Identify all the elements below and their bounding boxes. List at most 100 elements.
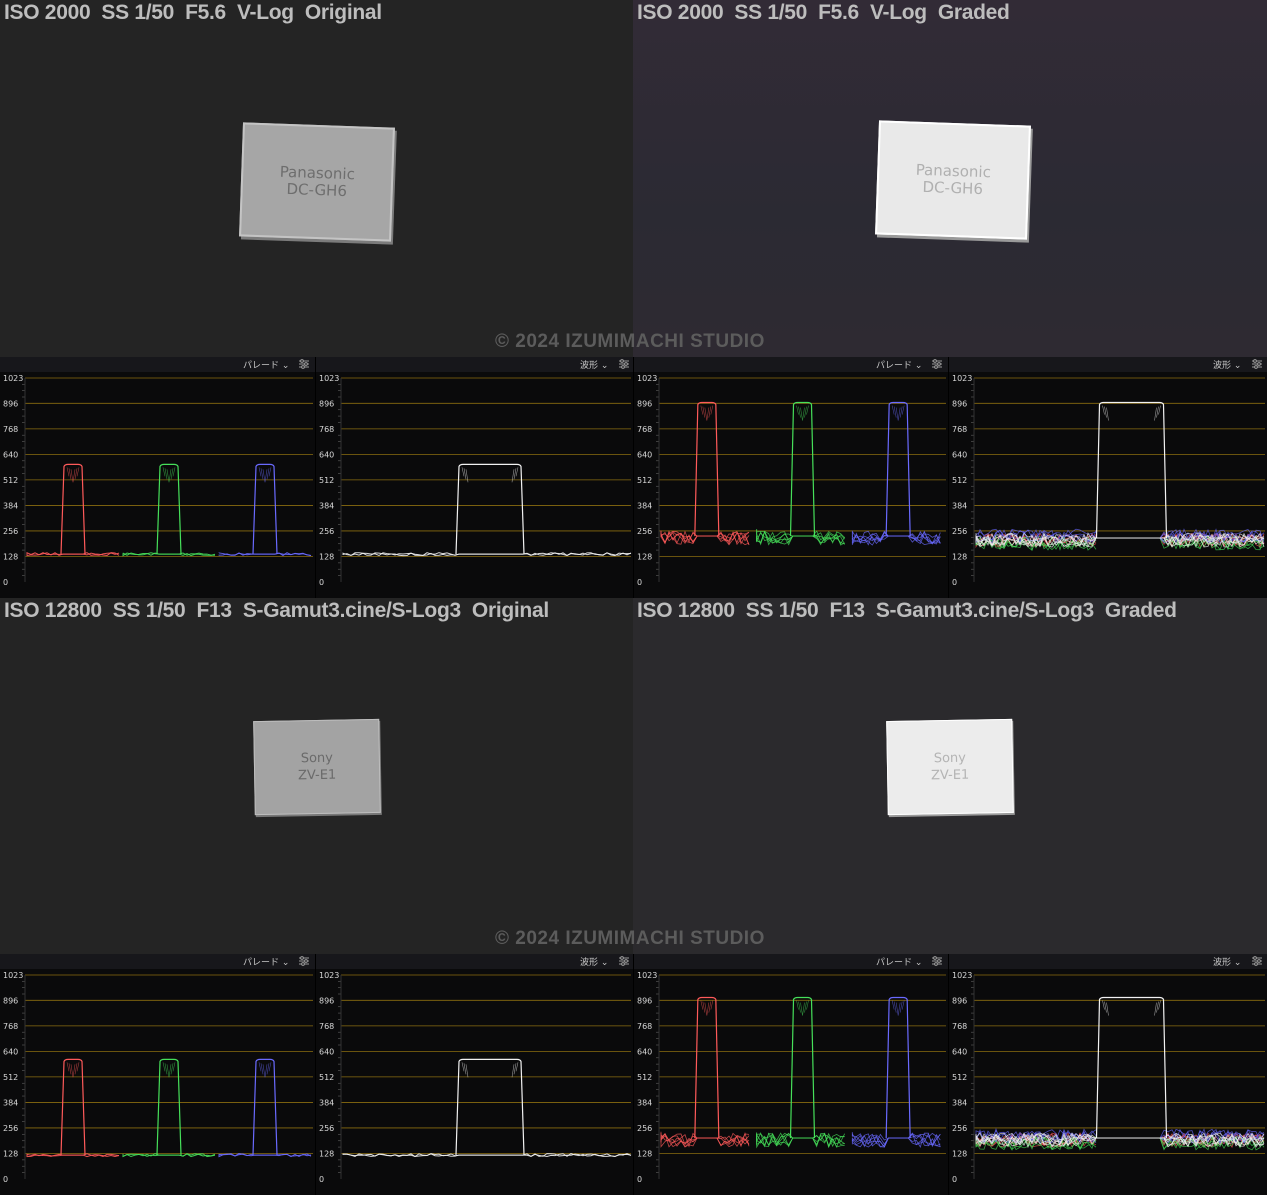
chevron-down-icon: ⌄ bbox=[282, 958, 290, 968]
luma-trace bbox=[343, 1059, 631, 1156]
card-model: ZV-E1 bbox=[298, 767, 337, 785]
scale-tick-label: 1023 bbox=[319, 971, 339, 980]
scope-mode-select[interactable]: 波形 ⌄ bbox=[580, 955, 608, 968]
scale-tick-label: 512 bbox=[319, 476, 334, 485]
sliders-icon[interactable] bbox=[931, 358, 943, 370]
gh6-graded-frame: ISO 2000 SS 1/50 F5.6 V-Log Graded Panas… bbox=[633, 0, 1267, 357]
scale-tick-label: 0 bbox=[319, 578, 324, 587]
chevron-down-icon: ⌄ bbox=[1234, 361, 1242, 371]
scale-tick-label: 256 bbox=[319, 1124, 334, 1133]
scale-tick-label: 640 bbox=[3, 1047, 18, 1056]
scale-tick-label: 0 bbox=[3, 578, 8, 587]
sony-original-frame: ISO 12800 SS 1/50 F13 S-Gamut3.cine/S-Lo… bbox=[0, 598, 633, 954]
scope-header-waveform: 波形 ⌄ bbox=[949, 357, 1267, 372]
green-channel-trace bbox=[123, 464, 215, 555]
scale-tick-label: 0 bbox=[637, 578, 642, 587]
chevron-down-icon: ⌄ bbox=[915, 958, 923, 968]
sony-graded-caption: ISO 12800 SS 1/50 F13 S-Gamut3.cine/S-Lo… bbox=[637, 598, 1177, 624]
scale-tick-label: 128 bbox=[637, 1149, 652, 1158]
scale-tick-label: 896 bbox=[952, 399, 967, 408]
scope-mode-select[interactable]: 波形 ⌄ bbox=[1213, 358, 1241, 371]
sliders-icon[interactable] bbox=[1251, 955, 1263, 967]
scale-tick-label: 0 bbox=[952, 578, 957, 587]
sliders-icon[interactable] bbox=[298, 358, 310, 370]
scale-tick-label: 128 bbox=[319, 1149, 334, 1158]
scope-header-waveform: 波形 ⌄ bbox=[316, 357, 633, 372]
scale-tick-label: 1023 bbox=[319, 374, 339, 383]
sliders-icon[interactable] bbox=[618, 358, 630, 370]
scope-mode-select[interactable]: 波形 ⌄ bbox=[1213, 955, 1241, 968]
rgb-parade-scope: 0 128 256 384 512 640 768 896 1023 bbox=[0, 969, 315, 1195]
red-channel-trace bbox=[27, 464, 119, 555]
scope-header-waveform: 波形 ⌄ bbox=[316, 954, 633, 969]
chevron-down-icon: ⌄ bbox=[601, 958, 609, 968]
rgb-parade-scope: 0 128 256 384 512 640 768 896 1023 bbox=[0, 372, 315, 598]
red-channel-trace bbox=[27, 1059, 119, 1156]
scale-tick-label: 640 bbox=[637, 1047, 652, 1056]
scope-header-parade: パレード ⌄ bbox=[634, 357, 948, 372]
scale-tick-label: 384 bbox=[3, 501, 18, 510]
scope-mode-select[interactable]: パレード ⌄ bbox=[243, 358, 289, 371]
scale-tick-label: 1023 bbox=[3, 971, 23, 980]
scope-header-waveform: 波形 ⌄ bbox=[949, 954, 1267, 969]
scale-tick-label: 640 bbox=[3, 450, 18, 459]
sliders-icon[interactable] bbox=[1251, 358, 1263, 370]
scale-tick-label: 384 bbox=[637, 501, 652, 510]
sony-original-caption: ISO 12800 SS 1/50 F13 S-Gamut3.cine/S-Lo… bbox=[4, 598, 549, 624]
scale-tick-label: 768 bbox=[319, 1022, 334, 1031]
card-brand: Sony bbox=[934, 750, 966, 768]
scale-tick-label: 1023 bbox=[637, 374, 657, 383]
scope-mode-select[interactable]: パレード ⌄ bbox=[876, 955, 922, 968]
scale-tick-label: 384 bbox=[319, 501, 334, 510]
scale-tick-label: 896 bbox=[3, 996, 18, 1005]
scale-tick-label: 768 bbox=[637, 425, 652, 434]
sony-original-card: Sony ZV-E1 bbox=[253, 719, 381, 815]
luma-waveform-scope: 0 128 256 384 512 640 768 896 1023 bbox=[316, 372, 633, 598]
luma-trace bbox=[976, 998, 1264, 1147]
scale-tick-label: 0 bbox=[319, 1175, 324, 1184]
chevron-down-icon: ⌄ bbox=[1234, 958, 1242, 968]
green-channel-trace bbox=[123, 1059, 215, 1156]
scale-tick-label: 256 bbox=[637, 1124, 652, 1133]
scale-tick-label: 768 bbox=[952, 425, 967, 434]
card-model: ZV-E1 bbox=[931, 767, 970, 785]
scale-tick-label: 256 bbox=[637, 527, 652, 536]
rgb-parade-scope: 0 128 256 384 512 640 768 896 1023 bbox=[634, 372, 948, 598]
scale-tick-label: 256 bbox=[3, 527, 18, 536]
scale-tick-label: 0 bbox=[637, 1175, 642, 1184]
scale-tick-label: 1023 bbox=[952, 971, 972, 980]
rgb-waveform-scope: 0 128 256 384 512 640 768 896 1023 bbox=[949, 372, 1267, 598]
scale-tick-label: 1023 bbox=[3, 374, 23, 383]
scale-tick-label: 256 bbox=[952, 527, 967, 536]
chevron-down-icon: ⌄ bbox=[601, 361, 609, 371]
red-channel-trace bbox=[661, 998, 749, 1147]
scope-mode-select[interactable]: 波形 ⌄ bbox=[580, 358, 608, 371]
sony-graded-frame: ISO 12800 SS 1/50 F13 S-Gamut3.cine/S-Lo… bbox=[633, 598, 1267, 954]
scale-tick-label: 896 bbox=[637, 996, 652, 1005]
sliders-icon[interactable] bbox=[618, 955, 630, 967]
scope-mode-select[interactable]: パレード ⌄ bbox=[876, 358, 922, 371]
gh6-graded-caption: ISO 2000 SS 1/50 F5.6 V-Log Graded bbox=[637, 0, 1010, 26]
scale-tick-label: 896 bbox=[637, 399, 652, 408]
scale-tick-label: 512 bbox=[637, 1073, 652, 1082]
scale-tick-label: 768 bbox=[952, 1022, 967, 1031]
scale-tick-label: 384 bbox=[952, 501, 967, 510]
card-model: DC-GH6 bbox=[286, 181, 347, 200]
scale-tick-label: 1023 bbox=[637, 971, 657, 980]
luma-trace bbox=[976, 403, 1264, 548]
scale-tick-label: 256 bbox=[3, 1124, 18, 1133]
scope-header-parade: パレード ⌄ bbox=[0, 357, 315, 372]
rgb-parade-scope: 0 128 256 384 512 640 768 896 1023 bbox=[634, 969, 948, 1195]
sliders-icon[interactable] bbox=[931, 955, 943, 967]
scope-mode-select[interactable]: パレード ⌄ bbox=[243, 955, 289, 968]
scale-tick-label: 512 bbox=[952, 476, 967, 485]
scale-tick-label: 128 bbox=[319, 552, 334, 561]
scale-tick-label: 896 bbox=[319, 996, 334, 1005]
watermark: © 2024 IZUMIMACHI STUDIO bbox=[495, 928, 765, 950]
luma-trace bbox=[343, 464, 631, 555]
blue-channel-trace bbox=[852, 403, 940, 545]
scale-tick-label: 512 bbox=[952, 1073, 967, 1082]
blue-channel-trace bbox=[219, 1059, 311, 1156]
sliders-icon[interactable] bbox=[298, 955, 310, 967]
scale-tick-label: 128 bbox=[952, 1149, 967, 1158]
